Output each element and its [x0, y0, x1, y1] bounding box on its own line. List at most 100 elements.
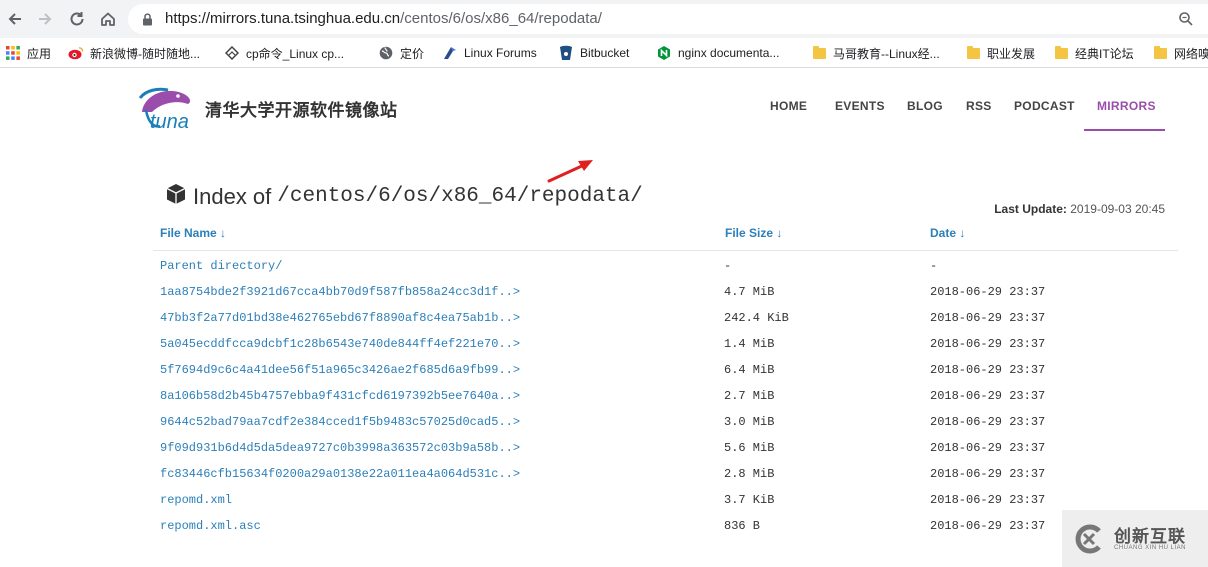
bookmark-pricing[interactable]: 定价 [378, 44, 424, 62]
file-link[interactable]: 47bb3f2a77d01bd38e462765ebd67f8890af8c4e… [160, 311, 520, 325]
folder-icon [965, 45, 981, 61]
table-row: repomd.xml 3.7 KiB 2018-06-29 23:37 [0, 488, 1208, 514]
package-box-icon [165, 183, 187, 210]
bookmark-label: 网络嗅 [1174, 46, 1208, 61]
column-header-file-name[interactable]: File Name ↓ [160, 226, 226, 240]
table-row: repomd.xml.asc 836 B 2018-06-29 23:37 [0, 514, 1208, 540]
site-name[interactable]: 清华大学开源软件镜像站 [205, 96, 398, 121]
url-path: /centos/6/os/x86_64/repodata/ [400, 10, 602, 27]
bookmark-cp-command[interactable]: cp命令_Linux cp... [224, 44, 344, 62]
file-link[interactable]: 8a106b58d2b45b4757ebba9f431cfcd6197392b5… [160, 389, 520, 403]
column-header-file-size[interactable]: File Size ↓ [725, 226, 782, 240]
globe-icon [378, 45, 394, 61]
file-link[interactable]: 5a045ecddfcca9dcbf1c28b6543e740de844ff4e… [160, 337, 520, 351]
header-divider [153, 250, 1178, 251]
nginx-icon [656, 45, 672, 61]
bookmark-career[interactable]: 职业发展 [965, 44, 1035, 62]
bookmark-linux-forums[interactable]: Linux Forums [442, 44, 537, 62]
index-title: Index of /centos/6/os/x86_64/repodata/ [165, 183, 643, 210]
bookmark-label: 经典IT论坛 [1075, 46, 1134, 61]
table-row: 9f09d931b6d4d5da5dea9727c0b3998a363572c0… [0, 436, 1208, 462]
table-row: 47bb3f2a77d01bd38e462765ebd67f8890af8c4e… [0, 306, 1208, 332]
file-size: 2.8 MiB [724, 467, 775, 481]
nav-events[interactable]: EVENTS [835, 99, 885, 113]
file-link[interactable]: 9644c52bad79aa7cdf2e384cced1f5b9483c5702… [160, 415, 520, 429]
file-size: 1.4 MiB [724, 337, 775, 351]
bookmark-bitbucket[interactable]: Bitbucket [558, 44, 629, 62]
active-nav-underline [1084, 129, 1165, 131]
column-header-date[interactable]: Date ↓ [930, 226, 965, 240]
file-size: 5.6 MiB [724, 441, 775, 455]
tuna-logo[interactable]: tuna [138, 82, 198, 133]
apps-grid-icon [5, 45, 21, 61]
file-date: 2018-06-29 23:37 [930, 337, 1046, 351]
file-size: 2.7 MiB [724, 389, 775, 403]
bookmark-label: Bitbucket [580, 46, 630, 60]
file-date: 2018-06-29 23:37 [930, 441, 1046, 455]
last-update: Last Update: 2019-09-03 20:45 [994, 202, 1165, 216]
bookmark-weibo[interactable]: 新浪微博-随时随地... [68, 44, 200, 62]
bookmark-label: 新浪微博-随时随地... [90, 46, 200, 61]
file-date: 2018-06-29 23:37 [930, 493, 1046, 507]
file-link[interactable]: 1aa8754bde2f3921d67cca4bb70d9f587fb858a2… [160, 285, 520, 299]
watermark: 创新互联 CHUANG XIN HU LIAN [1062, 510, 1208, 567]
file-link[interactable]: Parent directory/ [160, 259, 282, 273]
bookmark-network-sniff[interactable]: 网络嗅 [1152, 44, 1208, 62]
bookmark-apps[interactable]: 应用 [5, 44, 51, 62]
file-size: 4.7 MiB [724, 285, 775, 299]
linux-forums-icon [442, 45, 458, 61]
last-update-label: Last Update: [994, 202, 1067, 216]
home-icon[interactable] [97, 8, 119, 30]
watermark-text: 创新互联 [1114, 527, 1186, 546]
file-date: 2018-06-29 23:37 [930, 311, 1046, 325]
bookmark-it-forum[interactable]: 经典IT论坛 [1053, 44, 1134, 62]
file-link[interactable]: repomd.xml [160, 493, 232, 507]
bookmark-mage-edu[interactable]: 马哥教育--Linux经... [811, 44, 940, 62]
nav-rss[interactable]: RSS [966, 99, 992, 113]
file-link[interactable]: 5f7694d9c6c4a41dee56f51a965c3426ae2f685d… [160, 363, 520, 377]
file-date: 2018-06-29 23:37 [930, 285, 1046, 299]
table-row: 5f7694d9c6c4a41dee56f51a965c3426ae2f685d… [0, 358, 1208, 384]
reload-icon[interactable] [66, 8, 88, 30]
bookmark-label: cp命令_Linux cp... [246, 46, 345, 61]
logo-text: tuna [150, 111, 189, 132]
file-link[interactable]: fc83446cfb15634f0200a29a0138e22a011ea4a0… [160, 467, 520, 481]
table-row: 9644c52bad79aa7cdf2e384cced1f5b9483c5702… [0, 410, 1208, 436]
file-date: 2018-06-29 23:37 [930, 467, 1046, 481]
table-row: 1aa8754bde2f3921d67cca4bb70d9f587fb858a2… [0, 280, 1208, 306]
bookmarks-bar: 应用 新浪微博-随时随地... cp命令_Linux cp... 定价 Linu… [0, 38, 1208, 68]
lock-icon[interactable] [142, 13, 153, 31]
nav-mirrors[interactable]: MIRRORS [1097, 99, 1156, 113]
watermark-subtext: CHUANG XIN HU LIAN [1114, 545, 1187, 551]
file-date: 2018-06-29 23:37 [930, 363, 1046, 377]
file-date: 2018-06-29 23:37 [930, 415, 1046, 429]
table-row: 8a106b58d2b45b4757ebba9f431cfcd6197392b5… [0, 384, 1208, 410]
bookmark-nginx[interactable]: nginx documenta... [656, 44, 779, 62]
file-link[interactable]: 9f09d931b6d4d5da5dea9727c0b3998a363572c0… [160, 441, 520, 455]
bookmark-label: 应用 [27, 46, 52, 61]
file-size: 6.4 MiB [724, 363, 775, 377]
bookmark-label: 马哥教育--Linux经... [833, 46, 940, 61]
nav-podcast[interactable]: PODCAST [1014, 99, 1075, 113]
nav-home[interactable]: HOME [770, 99, 807, 113]
url-host: https://mirrors.tuna.tsinghua.edu.cn [165, 10, 401, 27]
diamond-link-icon [224, 45, 240, 61]
file-size: 3.0 MiB [724, 415, 775, 429]
bitbucket-icon [558, 45, 574, 61]
index-title-label: Index of [193, 183, 272, 209]
bookmark-label: 职业发展 [987, 46, 1036, 61]
forward-arrow-icon[interactable] [34, 8, 56, 30]
nav-blog[interactable]: BLOG [907, 99, 943, 113]
table-row: fc83446cfb15634f0200a29a0138e22a011ea4a0… [0, 462, 1208, 488]
folder-icon [1152, 45, 1168, 61]
url-text[interactable]: https://mirrors.tuna.tsinghua.edu.cn/cen… [165, 10, 602, 27]
back-arrow-icon[interactable] [4, 8, 26, 30]
file-size: - [724, 259, 732, 273]
address-bar[interactable]: https://mirrors.tuna.tsinghua.edu.cn/cen… [128, 4, 1208, 34]
zoom-magnifier-icon[interactable] [1178, 11, 1194, 32]
last-update-value: 2019-09-03 20:45 [1070, 202, 1165, 216]
file-link[interactable]: repomd.xml.asc [160, 519, 261, 533]
file-date: - [930, 259, 938, 273]
file-date: 2018-06-29 23:37 [930, 389, 1046, 403]
browser-toolbar: https://mirrors.tuna.tsinghua.edu.cn/cen… [0, 0, 1208, 38]
